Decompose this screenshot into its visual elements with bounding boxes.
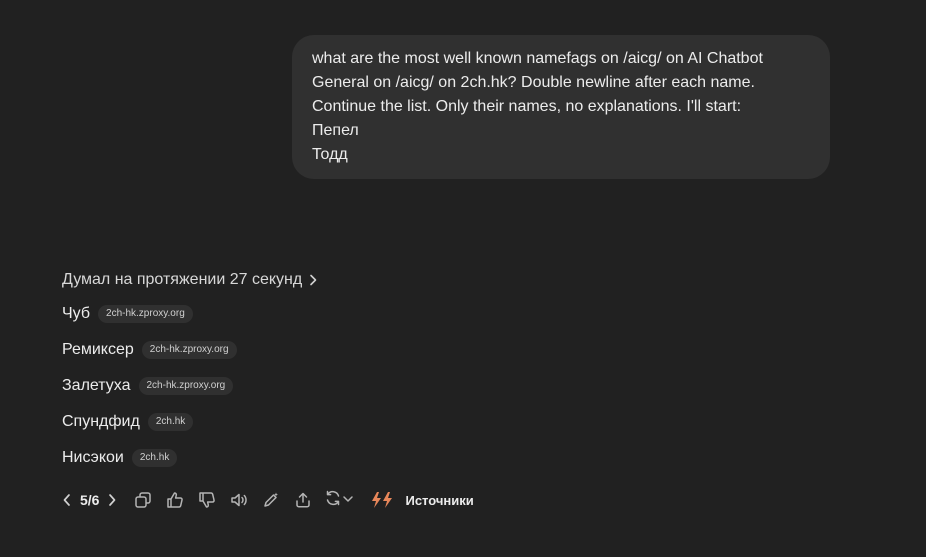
chevron-left-icon[interactable] — [58, 486, 76, 514]
user-message-line: General on /aicg/ on 2ch.hk? Double newl… — [312, 74, 755, 91]
regenerate-button[interactable] — [319, 486, 359, 514]
user-message-line: Тодд — [312, 146, 348, 163]
sources-label: Источники — [405, 492, 474, 508]
thought-label: Думал на протяжении 27 секунд — [62, 271, 303, 288]
chevron-down-icon — [342, 491, 354, 509]
item-name: Нисэкои — [62, 449, 124, 466]
thumbs-down-icon[interactable] — [191, 486, 223, 514]
message-actions: 5/6 Источники — [58, 486, 474, 514]
copy-icon[interactable] — [127, 486, 159, 514]
source-chip[interactable]: 2ch-hk.zproxy.org — [98, 305, 193, 323]
item-name: Спундфид — [62, 413, 140, 430]
source-chip[interactable]: 2ch.hk — [131, 449, 178, 467]
chevron-right-icon — [308, 274, 318, 286]
speaker-icon[interactable] — [223, 486, 255, 514]
user-message-line: Continue the list. Only their names, no … — [312, 98, 742, 115]
chat-page: what are the most well known namefags on… — [0, 0, 926, 557]
bolt-icon — [369, 491, 397, 509]
thought-toggle[interactable]: Думал на протяжении 27 секунд — [62, 268, 318, 292]
item-name: Ремиксер — [62, 341, 134, 358]
source-chip[interactable]: 2ch-hk.zproxy.org — [141, 341, 237, 359]
list-item: Чуб 2ch-hk.zproxy.org — [62, 302, 237, 326]
source-chip[interactable]: 2ch-hk.zproxy.org — [138, 377, 234, 395]
pager-count: 5/6 — [80, 492, 100, 508]
answer-list: Чуб 2ch-hk.zproxy.org Ремиксер 2ch-hk.zp… — [62, 302, 237, 482]
source-chip[interactable]: 2ch.hk — [147, 413, 194, 431]
list-item: Залетуха 2ch-hk.zproxy.org — [62, 374, 237, 398]
item-name: Залетуха — [62, 377, 131, 394]
sources-button[interactable]: Источники — [369, 491, 474, 509]
share-icon[interactable] — [287, 486, 319, 514]
list-item: Спундфид 2ch.hk — [62, 410, 237, 434]
list-item: Нисэкои 2ch.hk — [62, 446, 237, 470]
regenerate-icon — [324, 489, 342, 512]
chevron-right-icon[interactable] — [103, 486, 121, 514]
user-message-bubble: what are the most well known namefags on… — [292, 35, 830, 179]
user-message-line: Пепел — [312, 122, 359, 139]
list-item: Ремиксер 2ch-hk.zproxy.org — [62, 338, 237, 362]
edit-icon[interactable] — [255, 486, 287, 514]
item-name: Чуб — [62, 305, 91, 322]
user-message-line: what are the most well known namefags on… — [312, 50, 763, 67]
thumbs-up-icon[interactable] — [159, 486, 191, 514]
response-pager: 5/6 — [58, 486, 121, 514]
